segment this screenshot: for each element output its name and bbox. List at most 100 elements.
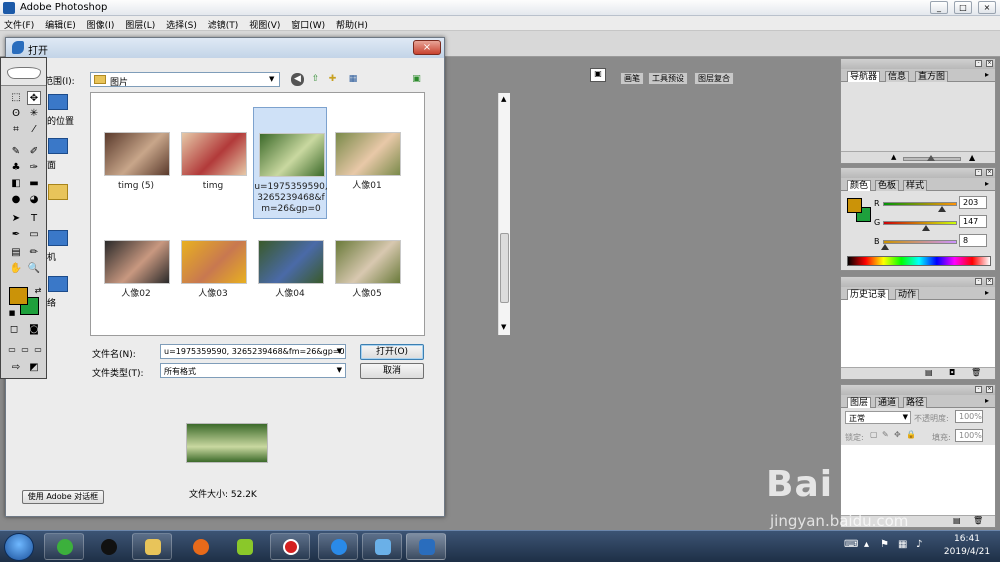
start-button[interactable] [4,533,34,561]
b-channel-slider[interactable] [883,240,957,244]
minimize-panel-icon[interactable]: - [975,169,982,176]
magic-wand-icon[interactable]: ✳ [27,107,41,121]
close-panel-icon[interactable]: × [986,169,993,176]
file-item[interactable]: 人像05 [330,215,404,327]
arrow-up-icon[interactable]: ▴ [864,539,869,550]
filetype-select[interactable]: 所有格式 ▼ [160,363,346,378]
quick-mask-icon[interactable]: ◙ [27,323,41,337]
tab-actions[interactable]: 动作 [895,289,920,300]
tab-styles[interactable]: 样式 [903,180,928,191]
taskbar-app[interactable] [318,533,358,560]
menu-window[interactable]: 窗口(W) [287,16,329,31]
menu-filter[interactable]: 滤镜(T) [204,16,243,31]
panel-menu-icon[interactable]: ▸ [985,288,989,297]
taskbar-app[interactable] [180,533,220,560]
file-item[interactable]: 人像03 [176,215,250,327]
panel-menu-icon[interactable]: ▸ [985,396,989,405]
close-panel-icon[interactable]: × [986,386,993,393]
minimize-panel-icon[interactable]: - [975,60,982,67]
zoom-tool-icon[interactable]: 🔍 [27,262,41,276]
move-tool-icon[interactable]: ✥ [27,91,41,105]
path-select-icon[interactable]: ➤ [9,212,23,226]
slice-tool-icon[interactable]: ⁄ [27,123,41,137]
lock-position-icon[interactable]: ✥ [894,430,901,439]
g-value-input[interactable]: 147 [959,215,987,228]
folder-up-icon[interactable]: ▣ [410,73,423,86]
tab-navigator[interactable]: 导航器 [847,71,881,82]
notes-tool-icon[interactable]: ▤ [9,246,23,260]
eraser-tool-icon[interactable]: ◧ [9,177,23,191]
g-slider-knob[interactable] [921,225,930,231]
taskbar-app-photoshop[interactable] [406,533,446,560]
trash-icon[interactable]: 🗑 [971,368,981,377]
taskbar-app[interactable] [270,533,310,560]
up-folder-icon[interactable]: ⇧ [309,73,322,86]
use-adobe-dialog-button[interactable]: 使用 Adobe 对话框 [22,490,104,504]
tab-layer-comps[interactable]: 图层复合 [694,72,734,84]
lock-all-icon[interactable]: 🔒 [906,430,916,439]
dialog-titlebar[interactable]: 打开 × [6,38,444,58]
stamp-tool-icon[interactable]: ♣ [9,161,23,175]
hand-tool-icon[interactable]: ✋ [9,262,23,276]
look-in-combo[interactable]: 图片 ▼ [90,72,280,88]
blur-tool-icon[interactable]: ● [9,193,23,207]
panel-grip[interactable]: - × [841,59,995,69]
menu-help[interactable]: 帮助(H) [332,16,372,31]
foreground-color-swatch[interactable] [9,287,28,305]
r-slider-knob[interactable] [937,206,946,212]
new-snapshot-icon[interactable]: ◘ [949,368,955,377]
new-document-icon[interactable]: ▤ [925,368,933,377]
tab-brushes[interactable]: 画笔 [620,72,644,84]
screen-mode-full-icon[interactable]: ▭ [31,343,45,357]
volume-icon[interactable]: ♪ [916,539,922,550]
close-panel-icon[interactable]: × [986,278,993,285]
b-slider-knob[interactable] [881,244,890,250]
type-tool-icon[interactable]: T [27,212,41,226]
scroll-down-icon[interactable]: ▼ [501,323,506,331]
tab-info[interactable]: 信息 [885,71,910,82]
color-fg-swatch[interactable] [847,198,862,213]
taskbar-app[interactable] [224,533,264,560]
dialog-close-button[interactable]: × [413,40,441,55]
r-value-input[interactable]: 203 [959,196,987,209]
marquee-tool-icon[interactable]: ⬚ [9,91,23,105]
file-item[interactable]: timg [176,107,250,219]
shape-tool-icon[interactable]: ▭ [27,228,41,242]
minimize-panel-icon[interactable]: - [975,386,982,393]
panel-grip[interactable]: - × [841,168,995,178]
minimize-button[interactable]: _ [930,1,948,14]
filename-input[interactable]: u=1975359590, 3265239468&fm=26&gp=0 ▼ [160,344,346,359]
brush-tool-icon[interactable]: ✐ [27,145,41,159]
file-item[interactable]: 人像01 [330,107,404,219]
close-panel-icon[interactable]: × [986,60,993,67]
file-list-scrollbar[interactable]: ▲ ▼ [498,93,510,335]
open-button[interactable]: 打开(O) [360,344,424,360]
panel-grip[interactable]: - × [841,385,995,395]
tab-tool-presets[interactable]: 工具预设 [648,72,688,84]
taskbar-app[interactable] [362,533,402,560]
standard-mode-icon[interactable]: ◻ [7,323,21,337]
b-value-input[interactable]: 8 [959,234,987,247]
opacity-input[interactable]: 100% [955,410,983,423]
keyboard-icon[interactable]: ⌨ [844,539,858,550]
zoom-slider-knob[interactable] [927,155,935,161]
dodge-tool-icon[interactable]: ◕ [27,193,41,207]
tab-layers[interactable]: 图层 [847,397,872,408]
maximize-button[interactable]: □ [954,1,972,14]
cancel-button[interactable]: 取消 [360,363,424,379]
toolbox-header[interactable] [1,58,46,86]
g-channel-slider[interactable] [883,221,957,225]
tab-channels[interactable]: 通道 [875,397,900,408]
screen-mode-icon[interactable]: ▭ [5,343,19,357]
minimize-panel-icon[interactable]: - [975,278,982,285]
lasso-tool-icon[interactable]: ʘ [9,107,23,121]
eyedropper-icon[interactable]: ✏ [27,246,41,260]
back-icon[interactable]: ◀ [291,73,304,86]
taskbar-clock[interactable]: 16:41 2019/4/21 [938,533,996,559]
tab-swatches[interactable]: 色板 [875,180,900,191]
view-menu-icon[interactable]: ▦ [344,73,362,86]
color-ramp[interactable] [847,256,991,266]
file-item[interactable]: timg (5) [99,107,173,219]
taskbar-app[interactable] [132,533,172,560]
zoom-in-icon[interactable]: ▲ [969,153,975,162]
